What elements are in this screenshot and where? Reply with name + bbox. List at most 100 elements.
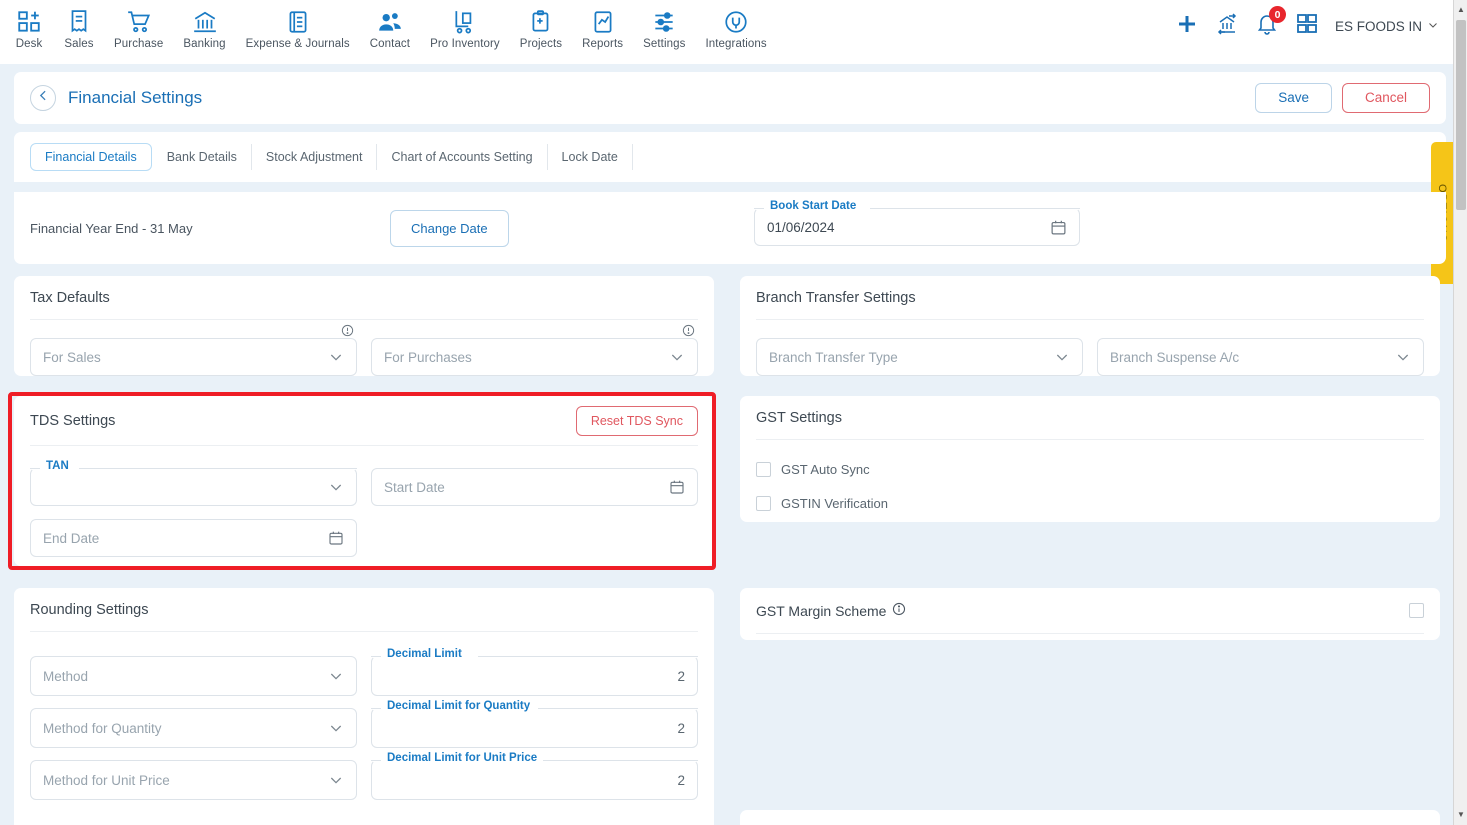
tan-select[interactable]: TAN bbox=[30, 460, 357, 506]
people-icon bbox=[377, 9, 403, 35]
info-circle-icon[interactable] bbox=[341, 324, 354, 337]
reset-tds-sync-button[interactable]: Reset TDS Sync bbox=[575, 405, 698, 436]
rounding-row-1: Method Decimal Limit 2 bbox=[30, 632, 698, 696]
branch-suspense-ac-select[interactable]: Branch Suspense A/c bbox=[1097, 338, 1424, 376]
notebook-icon bbox=[285, 9, 311, 35]
decimal-limit-for-unit-price-label: Decimal Limit for Unit Price bbox=[382, 752, 543, 765]
nav-item-settings[interactable]: Settings bbox=[633, 9, 695, 50]
branch-transfer-type-select[interactable]: Branch Transfer Type bbox=[756, 338, 1083, 376]
decimal-limit-for-unit-price-field[interactable]: Decimal Limit for Unit Price 2 bbox=[371, 752, 698, 800]
cancel-button[interactable]: Cancel bbox=[1341, 83, 1430, 113]
caret-up-icon[interactable]: ▲ bbox=[1454, 2, 1467, 16]
nav-item-desk[interactable]: Desk bbox=[4, 9, 54, 50]
decimal-limit-for-quantity-field[interactable]: Decimal Limit for Quantity 2 bbox=[371, 700, 698, 748]
tab-chart-of-accounts-setting[interactable]: Chart of Accounts Setting bbox=[377, 144, 548, 170]
tan-label: TAN bbox=[41, 460, 74, 473]
book-start-date-label: Book Start Date bbox=[765, 200, 862, 213]
chevron-down-icon bbox=[328, 479, 344, 495]
tab-bar: Financial Details Bank Details Stock Adj… bbox=[14, 132, 1446, 182]
chevron-down-icon bbox=[669, 349, 685, 365]
nav-item-reports[interactable]: Reports bbox=[572, 9, 633, 50]
tab-bank-details[interactable]: Bank Details bbox=[153, 144, 252, 170]
nav-label-settings: Settings bbox=[643, 38, 686, 50]
bank-transfer-icon[interactable] bbox=[1215, 12, 1239, 41]
back-button[interactable] bbox=[30, 85, 56, 111]
decimal-limit-value: 2 bbox=[677, 668, 685, 684]
tds-settings-row-2: End Date bbox=[30, 506, 698, 557]
gst-auto-sync-checkbox[interactable] bbox=[756, 461, 771, 477]
bank-building-icon bbox=[192, 9, 218, 35]
tab-stock-adjustment[interactable]: Stock Adjustment bbox=[252, 144, 378, 170]
branch-transfer-fields: Branch Transfer Type Branch Suspense A/c bbox=[756, 320, 1424, 376]
for-purchases-col: For Purchases bbox=[371, 324, 698, 376]
calendar-icon[interactable] bbox=[1050, 219, 1067, 236]
nav-right-actions: 0 ES FOODS IN bbox=[1175, 6, 1439, 41]
vertical-scrollbar[interactable]: ▲ ▼ bbox=[1453, 0, 1467, 825]
nav-item-projects[interactable]: Projects bbox=[510, 9, 572, 50]
gst-margin-scheme-checkbox[interactable] bbox=[1409, 603, 1424, 618]
nav-label-desk: Desk bbox=[15, 38, 43, 50]
method-for-quantity-placeholder: Method for Quantity bbox=[43, 720, 162, 736]
nav-item-integrations[interactable]: Integrations bbox=[695, 9, 776, 50]
clipboard-plus-icon bbox=[528, 9, 554, 35]
decimal-limit-for-unit-price-value: 2 bbox=[677, 772, 685, 788]
gst-settings-title-row: GST Settings bbox=[756, 396, 1424, 440]
method-for-unit-price-select[interactable]: Method for Unit Price bbox=[30, 760, 357, 800]
gstin-verification-checkbox[interactable] bbox=[756, 495, 771, 511]
calendar-icon[interactable] bbox=[328, 530, 344, 546]
tds-start-date-field[interactable]: Start Date bbox=[371, 468, 698, 506]
sliders-icon bbox=[651, 9, 677, 35]
gstin-verification-row[interactable]: GSTIN Verification bbox=[756, 486, 1424, 520]
method-for-quantity-select[interactable]: Method for Quantity bbox=[30, 708, 357, 748]
method-for-unit-price-placeholder: Method for Unit Price bbox=[43, 772, 170, 788]
nav-item-expense-journals[interactable]: Expense & Journals bbox=[236, 9, 360, 50]
gst-margin-scheme-row[interactable]: GST Margin Scheme bbox=[756, 588, 1424, 634]
decimal-limit-quantity-col: Decimal Limit for Quantity 2 bbox=[371, 700, 698, 748]
financial-year-card: Financial Year End - 31 May Change Date … bbox=[14, 192, 1446, 264]
gst-margin-scheme-label-wrap: GST Margin Scheme bbox=[756, 602, 906, 619]
for-purchases-select[interactable]: For Purchases bbox=[371, 338, 698, 376]
calendar-icon[interactable] bbox=[669, 479, 685, 495]
rounding-settings-title: Rounding Settings bbox=[30, 601, 149, 618]
tax-defaults-title-row: Tax Defaults bbox=[30, 276, 698, 320]
gst-auto-sync-row[interactable]: GST Auto Sync bbox=[756, 452, 1424, 486]
branch-transfer-title: Branch Transfer Settings bbox=[756, 289, 916, 306]
bell-icon[interactable]: 0 bbox=[1255, 6, 1286, 41]
gst-margin-scheme-card: GST Margin Scheme bbox=[740, 588, 1440, 640]
gst-settings-card: GST Settings GST Auto Sync GSTIN Verific… bbox=[740, 396, 1440, 522]
plus-icon[interactable] bbox=[1175, 12, 1199, 41]
nav-label-expense-journals: Expense & Journals bbox=[245, 38, 350, 50]
nav-item-pro-inventory[interactable]: Pro Inventory bbox=[420, 9, 510, 50]
tds-end-date-field[interactable]: End Date bbox=[30, 519, 357, 557]
change-date-button[interactable]: Change Date bbox=[390, 209, 509, 247]
nav-item-purchase[interactable]: Purchase bbox=[104, 9, 173, 50]
chevron-down-icon bbox=[328, 720, 344, 736]
nav-item-sales[interactable]: Sales bbox=[54, 9, 104, 50]
scrollbar-thumb[interactable] bbox=[1456, 20, 1466, 210]
header-actions: Save Cancel bbox=[1255, 83, 1430, 113]
decimal-limit-field[interactable]: Decimal Limit 2 bbox=[371, 648, 698, 696]
gst-settings-title: GST Settings bbox=[756, 409, 842, 426]
for-sales-select[interactable]: For Sales bbox=[30, 338, 357, 376]
method-select[interactable]: Method bbox=[30, 656, 357, 696]
financial-year-end-text: Financial Year End - 31 May bbox=[30, 220, 193, 236]
gst-settings-options: GST Auto Sync GSTIN Verification bbox=[756, 440, 1424, 520]
decimal-limit-col: Decimal Limit 2 bbox=[371, 648, 698, 696]
tds-end-date-placeholder: End Date bbox=[43, 530, 100, 546]
tab-lock-date[interactable]: Lock Date bbox=[548, 144, 633, 170]
save-button[interactable]: Save bbox=[1255, 83, 1332, 113]
nav-item-contact[interactable]: Contact bbox=[360, 9, 420, 50]
book-start-date-field[interactable]: Book Start Date 01/06/2024 bbox=[754, 200, 1080, 246]
bottom-partial-card-left bbox=[14, 810, 714, 825]
apps-grid-icon[interactable] bbox=[1295, 12, 1319, 41]
info-circle-icon[interactable] bbox=[892, 602, 906, 619]
caret-down-icon[interactable]: ▼ bbox=[1454, 807, 1467, 821]
chevron-down-icon bbox=[1427, 19, 1439, 34]
nav-item-banking[interactable]: Banking bbox=[173, 9, 235, 50]
chevron-left-icon bbox=[37, 89, 50, 107]
branch-transfer-settings-card: Branch Transfer Settings Branch Transfer… bbox=[740, 276, 1440, 376]
gst-auto-sync-label: GST Auto Sync bbox=[781, 461, 870, 477]
company-selector[interactable]: ES FOODS IN bbox=[1335, 19, 1439, 34]
info-circle-icon[interactable] bbox=[682, 324, 695, 337]
tab-financial-details[interactable]: Financial Details bbox=[30, 143, 152, 171]
